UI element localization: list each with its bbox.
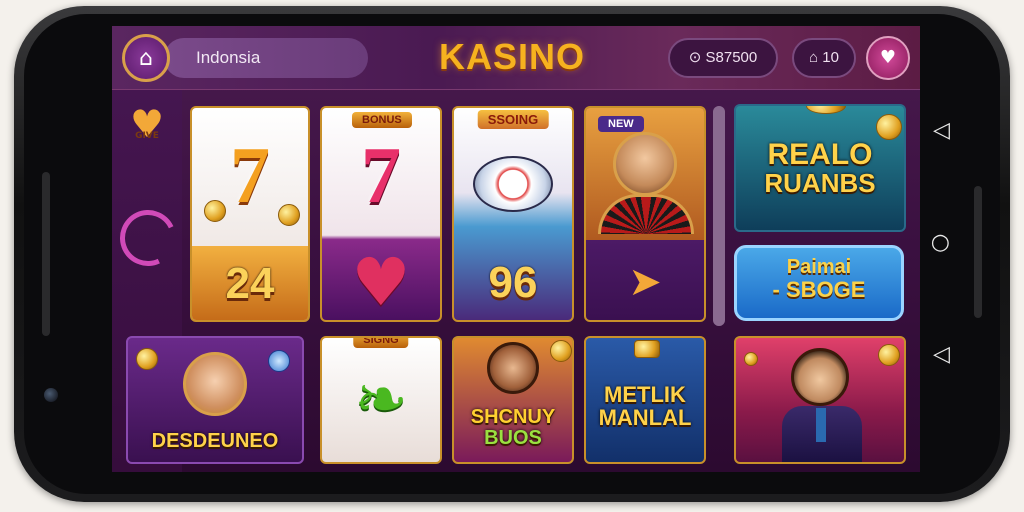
coin-icon [550,340,572,362]
front-camera [44,388,58,402]
promo-line1: Paimai [786,256,852,278]
coin-icon [136,348,158,370]
woman-portrait [183,352,247,416]
realo-ruanbs-tile[interactable]: REALO RUANBS [734,104,906,232]
loading-spinner-icon [112,202,184,274]
roulette-wheel-icon [598,194,694,234]
tile-number: 96 [488,258,538,307]
tile-title-line2: MANLAL [598,405,692,430]
home-key-icon[interactable]: ○ [931,230,950,255]
tile-ribbon: SSOING [477,110,549,129]
gift-badge-text: GIVE [135,131,159,141]
woman-portrait [487,342,539,394]
tile-ribbon: NEW [598,116,644,132]
tile-title-line2: RUANBS [764,168,876,199]
leaf-icon: ❧ [354,363,408,437]
seven-symbol-text: 7 [361,131,401,220]
man-portrait [791,348,849,406]
slot-tile-red-seven[interactable]: BONUS 7 ♥ [320,106,442,322]
bell-icon: ⌂ [809,49,819,66]
profile-icon[interactable]: ♥ [866,36,910,80]
sushi-plate-icon [454,134,572,234]
heart-icon: ♥ [351,244,411,321]
tie-shape [816,408,826,442]
slot-tile-gold-seven[interactable]: 7 24 [190,106,310,322]
blue-chip-icon [268,350,290,372]
home-icon[interactable]: ⌂ [122,34,170,82]
power-button[interactable] [974,186,982,318]
tile-title-line1: SHCNUY [470,406,556,428]
metlik-manlal-tile[interactable]: METLIK MANLAL [584,336,706,464]
scrollbar[interactable] [713,106,725,326]
balance-value: S87500 [705,49,758,66]
tile-title-line1: REALO [767,137,873,171]
coin-icon [278,204,300,226]
promo-line2: - SBOGE [772,277,866,302]
leaf-tile[interactable]: SIGNG ❧ [320,336,442,464]
seven-symbol: 7 [322,108,440,244]
seven-symbol-text: 7 [230,131,270,220]
shcnuy-title: SHCNUY BUOS [454,394,572,462]
desdeuneo-tile[interactable]: DESDEUNEO [126,336,304,464]
tile-number-panel: 96 [454,244,572,320]
top-bar: Indonsia ⌂ KASINO ⊙ S87500 ⌂ 10 ♥ [112,26,920,90]
arrow-hint-icon: ➤ [628,259,662,305]
metlik-title: METLIK MANLAL [586,338,704,462]
scrollbar-thumb[interactable] [713,106,725,326]
brand-logo: KASINO [438,36,585,77]
roulette-tile[interactable]: NEW ➤ [584,106,706,322]
agent-tile[interactable] [734,336,906,464]
back-key-icon[interactable]: ◁ [933,118,950,143]
game-screen: Indonsia ⌂ KASINO ⊙ S87500 ⌂ 10 ♥ ♥ GIVE … [112,26,920,472]
notifications-button[interactable]: ⌂ 10 [792,38,856,78]
tile-title-line2: BUOS [484,427,542,449]
wallet-icon: ⊙ [688,49,702,66]
dealer-portrait [613,132,677,196]
notification-count: 10 [822,49,839,66]
coin-icon [744,352,758,366]
coin-icon [878,344,900,366]
shcnuy-buos-tile[interactable]: SHCNUY BUOS [452,336,574,464]
tile-title: DESDEUNEO [151,430,279,452]
region-label: Indonsia [196,48,261,67]
coin-icon [204,200,226,222]
slot-tile-sushi[interactable]: SSOING 96 [452,106,574,322]
volume-button[interactable] [42,172,50,336]
tile-number: 24 [225,259,275,308]
realo-title: REALO RUANBS [736,106,904,230]
recents-key-icon[interactable]: ◁ [933,342,950,367]
tile-number-panel: 24 [192,246,308,320]
promo-button[interactable]: Paimai - SBOGE [734,245,904,321]
gift-heart-icon[interactable]: ♥ GIVE [126,104,168,144]
region-selector[interactable]: Indonsia [164,38,368,78]
heart-symbol: ♥ [322,244,440,321]
balance-display[interactable]: ⊙ S87500 [668,38,778,78]
tile-title-line1: METLIK [604,381,686,407]
